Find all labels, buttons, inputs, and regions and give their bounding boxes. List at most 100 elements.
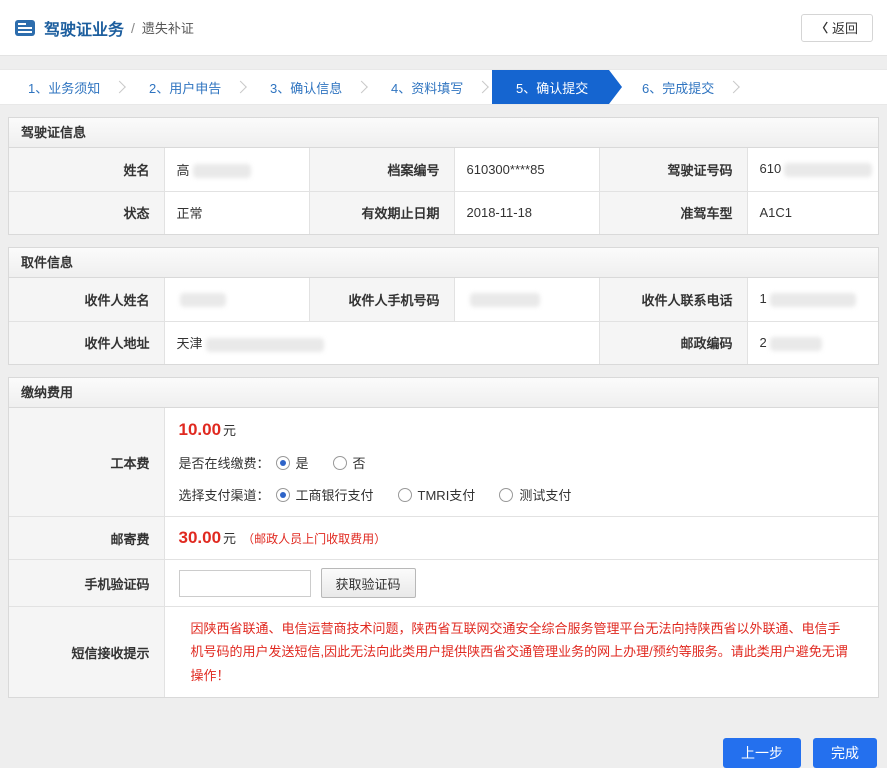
table-row: 姓名 高 档案编号 610300****85 驾驶证号码 610: [9, 148, 878, 191]
get-code-button[interactable]: 获取验证码: [321, 568, 416, 598]
field-label-license-number: 驾驶证号码: [599, 148, 747, 191]
field-value-status: 正常: [164, 191, 309, 234]
fees-table: 工本费 10.00元 是否在线缴费： 是 否: [9, 408, 878, 697]
step-1-business-notice[interactable]: 1、业务须知: [8, 70, 129, 104]
step-5-confirm-submit[interactable]: 5、确认提交: [492, 70, 622, 104]
field-label-name: 姓名: [9, 148, 164, 191]
step-2-user-declaration[interactable]: 2、用户申告: [129, 70, 250, 104]
footer-actions: 上一步 完成: [0, 698, 887, 768]
step-4-fill-data[interactable]: 4、资料填写: [371, 70, 492, 104]
back-button-label: 返回: [832, 18, 858, 37]
value-text: 高: [177, 163, 190, 178]
table-row: 短信接收提示 因陕西省联通、电信运营商技术问题，陕西省互联网交通安全综合服务管理…: [9, 607, 878, 698]
radio-unchecked-icon: [499, 488, 513, 502]
license-info-section: 驾驶证信息 姓名 高 档案编号 610300****85 驾驶证号码 610 状…: [8, 117, 879, 235]
field-label-verification-code: 手机验证码: [9, 560, 164, 607]
page-subtitle: 遗失补证: [142, 18, 194, 37]
breadcrumb-separator: /: [131, 20, 135, 36]
radio-label: 工商银行支付: [296, 485, 374, 504]
redaction-smear: [770, 293, 856, 307]
verification-code-row: 获取验证码: [179, 568, 865, 598]
mail-fee-cell: 30.00元 （邮政人员上门收取费用）: [164, 517, 878, 560]
field-value-recipient-name: [164, 278, 309, 321]
production-fee-cell: 10.00元 是否在线缴费： 是 否 选择支: [164, 408, 878, 517]
radio-label: 是: [296, 453, 309, 472]
step-wizard: 1、业务须知 2、用户申告 3、确认信息 4、资料填写 5、确认提交 6、完成提…: [0, 69, 887, 105]
sms-notice-cell: 因陕西省联通、电信运营商技术问题，陕西省互联网交通安全综合服务管理平台无法向持陕…: [164, 607, 878, 698]
radio-label: 否: [353, 453, 366, 472]
step-3-confirm-info[interactable]: 3、确认信息: [250, 70, 371, 104]
production-fee-amount-line: 10.00元: [179, 420, 865, 440]
radio-checked-icon: [276, 488, 290, 502]
payment-channel-question: 选择支付渠道：: [179, 485, 270, 504]
field-value-license-number: 610: [747, 148, 878, 191]
table-row: 收件人地址 天津 邮政编码 2: [9, 321, 878, 364]
back-chevron-icon: 〈: [816, 19, 828, 36]
radio-channel-tmri[interactable]: TMRI支付: [398, 485, 476, 504]
verification-code-cell: 获取验证码: [164, 560, 878, 607]
value-text: 1: [760, 291, 767, 306]
radio-unchecked-icon: [333, 456, 347, 470]
license-info-table: 姓名 高 档案编号 610300****85 驾驶证号码 610 状态 正常 有…: [9, 148, 878, 234]
field-value-postal-code: 2: [747, 321, 878, 364]
redaction-smear: [193, 164, 251, 178]
mail-fee-note: （邮政人员上门收取费用）: [242, 532, 386, 546]
value-text: 天津: [177, 336, 203, 351]
field-value-vehicle-class: A1C1: [747, 191, 878, 234]
production-fee-amount: 10.00: [179, 420, 222, 439]
table-row: 工本费 10.00元 是否在线缴费： 是 否: [9, 408, 878, 517]
pickup-info-section: 取件信息 收件人姓名 收件人手机号码 收件人联系电话 1: [8, 247, 879, 365]
redaction-smear: [770, 337, 822, 351]
redaction-smear: [206, 338, 324, 352]
radio-online-no[interactable]: 否: [333, 453, 366, 472]
value-text: 2: [760, 335, 767, 350]
radio-checked-icon: [276, 456, 290, 470]
radio-channel-icbc[interactable]: 工商银行支付: [276, 485, 374, 504]
pickup-section-title: 取件信息: [9, 248, 878, 278]
step-6-complete[interactable]: 6、完成提交: [622, 70, 743, 104]
finish-button[interactable]: 完成: [813, 738, 877, 768]
radio-label: 测试支付: [519, 485, 571, 504]
field-label-recipient-address: 收件人地址: [9, 321, 164, 364]
radio-unchecked-icon: [398, 488, 412, 502]
document-icon: [14, 19, 36, 37]
field-value-expiry-date: 2018-11-18: [454, 191, 599, 234]
field-label-recipient-name: 收件人姓名: [9, 278, 164, 321]
redaction-smear: [180, 293, 226, 307]
online-payment-question: 是否在线缴费：: [179, 453, 270, 472]
field-label-vehicle-class: 准驾车型: [599, 191, 747, 234]
pickup-info-table: 收件人姓名 收件人手机号码 收件人联系电话 1 收件人地址 天津 邮政编码: [9, 278, 878, 364]
redaction-smear: [784, 163, 872, 177]
field-label-sms-notice: 短信接收提示: [9, 607, 164, 698]
radio-channel-test[interactable]: 测试支付: [499, 485, 571, 504]
table-row: 收件人姓名 收件人手机号码 收件人联系电话 1: [9, 278, 878, 321]
fees-section-title: 缴纳费用: [9, 378, 878, 408]
field-label-recipient-mobile: 收件人手机号码: [309, 278, 454, 321]
back-button[interactable]: 〈 返回: [801, 14, 873, 42]
field-label-recipient-phone: 收件人联系电话: [599, 278, 747, 321]
prev-step-button[interactable]: 上一步: [723, 738, 801, 768]
license-section-title: 驾驶证信息: [9, 118, 878, 148]
value-text: 610: [760, 161, 782, 176]
payment-channel-question-row: 选择支付渠道： 工商银行支付 TMRI支付 测试支付: [179, 485, 865, 504]
field-value-name: 高: [164, 148, 309, 191]
field-value-recipient-mobile: [454, 278, 599, 321]
radio-label: TMRI支付: [418, 485, 476, 504]
mail-fee-amount: 30.00: [179, 528, 222, 547]
header: 驾驶证业务 / 遗失补证 〈 返回: [0, 0, 887, 56]
table-row: 状态 正常 有效期止日期 2018-11-18 准驾车型 A1C1: [9, 191, 878, 234]
field-value-file-number: 610300****85: [454, 148, 599, 191]
production-fee-unit: 元: [223, 423, 236, 438]
verification-code-input[interactable]: [179, 570, 311, 597]
field-label-expiry-date: 有效期止日期: [309, 191, 454, 234]
table-row: 手机验证码 获取验证码: [9, 560, 878, 607]
online-payment-question-row: 是否在线缴费： 是 否: [179, 453, 865, 472]
field-label-postal-code: 邮政编码: [599, 321, 747, 364]
mail-fee-unit: 元: [223, 531, 236, 546]
field-label-mail-fee: 邮寄费: [9, 517, 164, 560]
radio-online-yes[interactable]: 是: [276, 453, 309, 472]
sms-notice-text: 因陕西省联通、电信运营商技术问题，陕西省互联网交通安全综合服务管理平台无法向持陕…: [177, 607, 867, 697]
field-value-recipient-address: 天津: [164, 321, 599, 364]
redaction-smear: [470, 293, 540, 307]
fees-section: 缴纳费用 工本费 10.00元 是否在线缴费： 是: [8, 377, 879, 698]
